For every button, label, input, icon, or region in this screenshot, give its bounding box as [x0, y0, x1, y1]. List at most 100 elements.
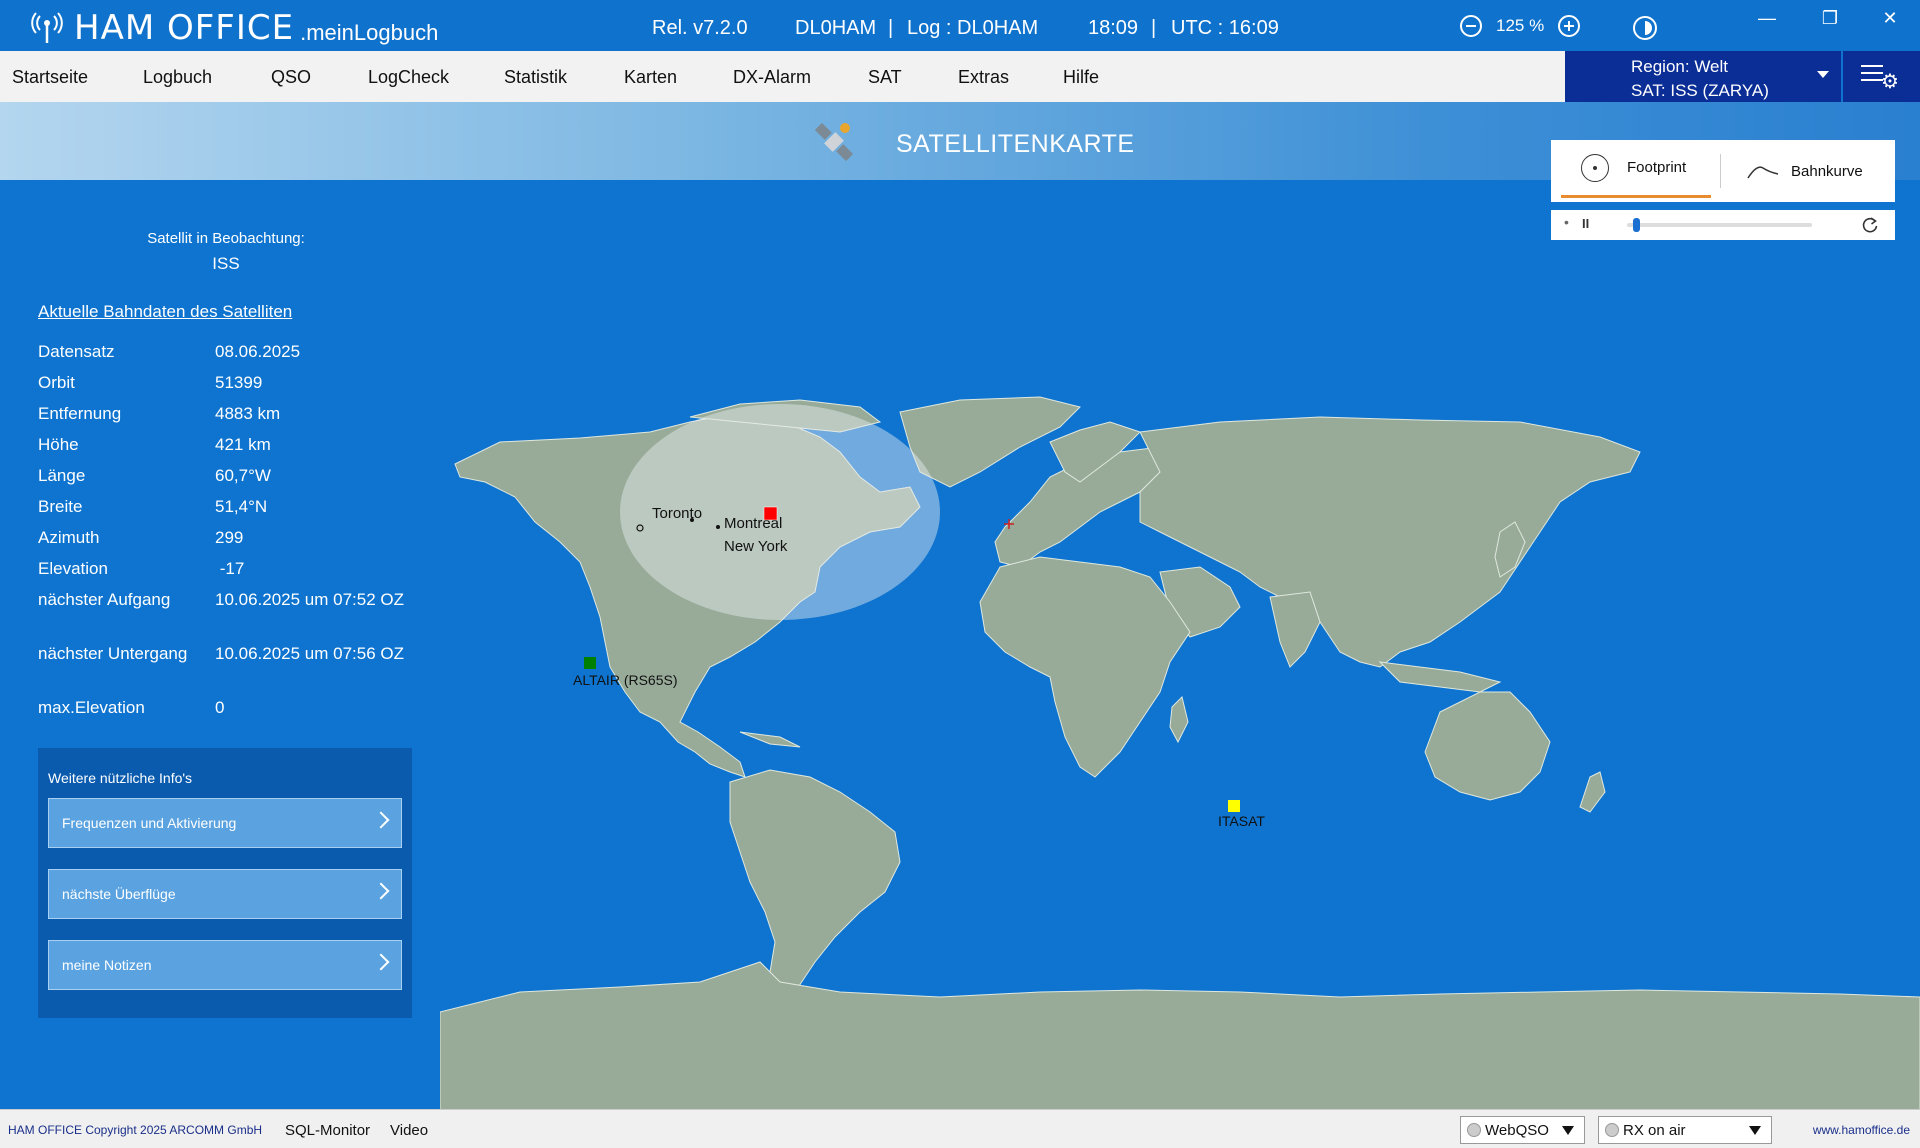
orbit-curve-icon: [1747, 166, 1779, 179]
info-row: nächster Untergang 10.06.2025 um 07:56 OZ: [38, 644, 404, 664]
status-dot-icon: [1467, 1123, 1481, 1137]
satellite-icon: [814, 122, 854, 162]
observed-satellite-label: Satellit in Beobachtung:: [147, 230, 305, 247]
antenna-icon: [31, 12, 63, 43]
menu-startseite[interactable]: Startseite: [12, 67, 88, 88]
menu-logcheck[interactable]: LogCheck: [368, 67, 449, 88]
satellite-label: SAT: ISS (ZARYA): [1631, 81, 1769, 100]
sql-monitor-link[interactable]: SQL-Monitor: [285, 1122, 370, 1139]
info-row: Länge 60,7°W: [38, 466, 271, 486]
app-subtitle: .meinLogbuch: [300, 20, 439, 45]
webqso-select[interactable]: WebQSO: [1460, 1116, 1585, 1144]
video-link[interactable]: Video: [390, 1122, 428, 1139]
australia-landmass: [1424, 691, 1551, 801]
menu-karten[interactable]: Karten: [624, 67, 677, 88]
caribbean-landmass: [739, 731, 801, 748]
info-key: Länge: [38, 466, 86, 485]
footprint-icon: [1581, 153, 1609, 182]
status-bar: HAM OFFICE Copyright 2025 ARCOMM GmbH SQ…: [0, 1109, 1920, 1148]
settings-menu-button[interactable]: ⚙: [1843, 51, 1920, 102]
menu-sat[interactable]: SAT: [868, 67, 902, 88]
info-key: Elevation: [38, 559, 108, 578]
rx-status-select[interactable]: RX on air: [1598, 1116, 1772, 1144]
app-name: HAM OFFICE: [74, 8, 295, 48]
local-time: 18:09: [1088, 17, 1139, 39]
city-label-toronto: Toronto: [652, 505, 702, 522]
status-dot-icon: [1605, 1123, 1619, 1137]
menu-dx-alarm[interactable]: DX-Alarm: [733, 67, 811, 88]
city-label-new-york: New York: [724, 538, 788, 555]
southeast-asia-landmass: [1378, 661, 1502, 693]
info-key: Entfernung: [38, 404, 122, 423]
info-value: 51399: [215, 373, 263, 392]
title-bar: HAM OFFICE .meinLogbuch Rel. v7.2.0 DL0H…: [0, 0, 1920, 51]
button-label: meine Notizen: [62, 957, 152, 973]
zoom-in-button[interactable]: [1558, 15, 1581, 37]
separator: |: [1151, 17, 1157, 39]
time-slider[interactable]: [1627, 223, 1812, 227]
satellite-marker-altair[interactable]: [584, 657, 596, 669]
gear-icon: ⚙: [1881, 71, 1899, 93]
chevron-right-icon: [372, 811, 390, 829]
copyright-text: HAM OFFICE Copyright 2025 ARCOMM GmbH: [8, 1123, 263, 1137]
info-key: nächster Aufgang: [38, 590, 171, 609]
menu-logbuch[interactable]: Logbuch: [143, 67, 212, 88]
utc-time: UTC : 16:09: [1171, 17, 1279, 39]
info-value: 60,7°W: [215, 466, 271, 485]
info-row: Elevation -17: [38, 559, 244, 579]
close-button[interactable]: ✕: [1875, 8, 1905, 29]
region-label: Region: Welt: [1631, 57, 1729, 76]
minimize-button[interactable]: —: [1752, 8, 1782, 29]
frequencies-button[interactable]: Frequenzen und Aktivierung: [48, 798, 402, 848]
madagascar-landmass: [1169, 696, 1189, 744]
release-version: Rel. v7.2.0: [652, 17, 748, 39]
info-row: Breite 51,4°N: [38, 497, 267, 517]
menu-extras[interactable]: Extras: [958, 67, 1009, 88]
next-passes-button[interactable]: nächste Überflüge: [48, 869, 402, 919]
zoom-control: 125 %: [1460, 15, 1581, 37]
satellite-marker-iss[interactable]: [763, 506, 778, 521]
dropdown-arrow-icon: [1749, 1126, 1761, 1135]
menu-qso[interactable]: QSO: [271, 67, 311, 88]
divider: [1720, 154, 1721, 188]
world-map[interactable]: Toronto Montreal New York ALTAIR (RS65S)…: [440, 392, 1920, 1110]
info-value: 299: [215, 528, 244, 547]
info-value: -17: [215, 559, 245, 578]
info-key: max.Elevation: [38, 698, 145, 717]
menu-statistik[interactable]: Statistik: [504, 67, 567, 88]
zoom-out-button[interactable]: [1460, 15, 1482, 37]
new-zealand-landmass: [1579, 771, 1606, 813]
asia-landmass: [1139, 416, 1641, 668]
region-selector[interactable]: Region: Welt SAT: ISS (ZARYA): [1565, 51, 1841, 102]
button-label: Frequenzen und Aktivierung: [62, 815, 237, 831]
antarctica-landmass: [440, 961, 1920, 1110]
dot-icon: •: [1564, 214, 1569, 230]
info-row: Höhe 421 km: [38, 435, 271, 455]
restore-button[interactable]: ❐: [1815, 8, 1845, 29]
active-log[interactable]: Log : DL0HAM: [907, 17, 1038, 40]
notes-button[interactable]: meine Notizen: [48, 940, 402, 990]
orbit-data-link[interactable]: Aktuelle Bahndaten des Satelliten: [38, 302, 292, 322]
footprint-tab[interactable]: Footprint: [1561, 140, 1711, 198]
info-value: 4883 km: [215, 404, 281, 423]
mode-tabs: Footprint Bahnkurve: [1551, 140, 1895, 202]
chevron-right-icon: [372, 882, 390, 900]
reset-icon[interactable]: [1861, 216, 1879, 234]
info-row: Orbit 51399: [38, 373, 262, 393]
theme-toggle-icon[interactable]: [1633, 16, 1657, 40]
info-row: Azimuth 299: [38, 528, 243, 548]
pause-icon[interactable]: II: [1582, 216, 1589, 231]
info-row: nächster Aufgang 10.06.2025 um 07:52 OZ: [38, 590, 404, 610]
info-key: Breite: [38, 497, 83, 516]
map-mode-panel: Footprint Bahnkurve • II: [1551, 140, 1895, 240]
info-key: Azimuth: [38, 528, 100, 547]
info-key: Orbit: [38, 373, 75, 392]
satellite-marker-itasat[interactable]: [1228, 800, 1240, 812]
info-value: 10.06.2025 um 07:56 OZ: [215, 644, 405, 663]
menu-hilfe[interactable]: Hilfe: [1063, 67, 1099, 88]
rx-label: RX on air: [1623, 1121, 1686, 1139]
time-slider-thumb[interactable]: [1633, 218, 1641, 232]
page-title: SATELLITENKARTE: [896, 130, 1135, 158]
homepage-link[interactable]: www.hamoffice.de: [1813, 1123, 1910, 1137]
bahnkurve-tab[interactable]: Bahnkurve: [1747, 140, 1863, 202]
